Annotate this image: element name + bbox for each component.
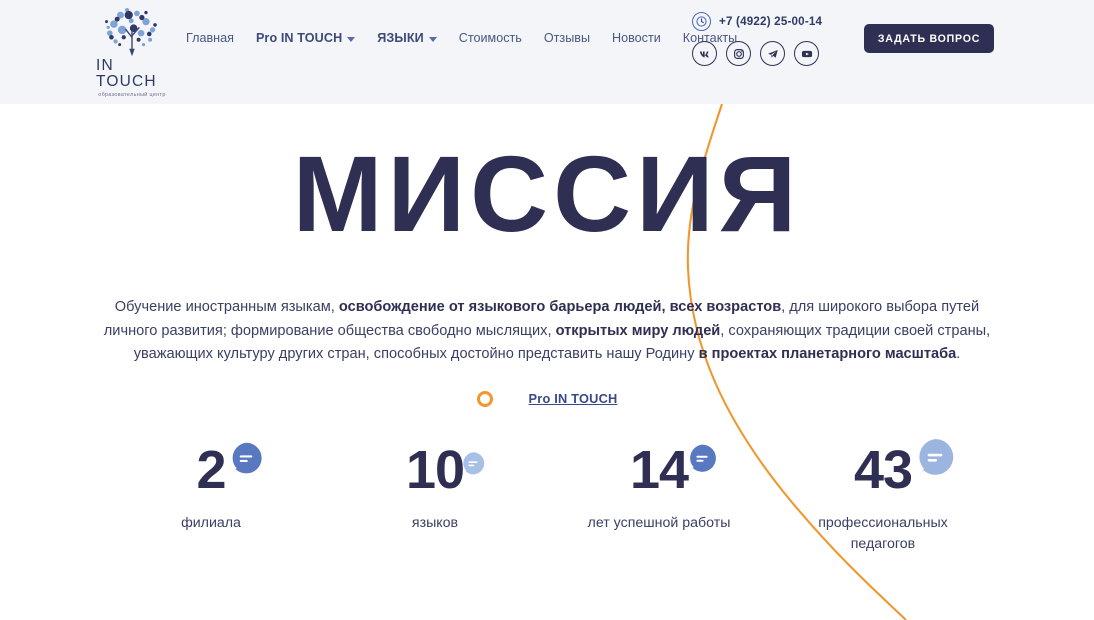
instagram-icon[interactable] xyxy=(726,41,751,66)
stat-value: 10 xyxy=(405,439,465,500)
logo-subtitle: образовательный центр xyxy=(98,92,166,98)
stat-label: языков xyxy=(411,514,459,531)
mission-paragraph: Обучение иностранным языкам, освобождени… xyxy=(103,299,991,362)
stat-item-let-raboty: 14 лет успешной работы xyxy=(547,439,771,555)
nav-label: Pro IN TOUCH xyxy=(255,31,343,45)
nav-item-pro-in-touch[interactable]: Pro IN TOUCH xyxy=(255,31,356,45)
clock-phone-icon xyxy=(692,12,711,31)
ask-question-button[interactable]: ЗАДАТЬ ВОПРОС xyxy=(864,24,994,53)
speech-bubble-icon xyxy=(919,438,954,476)
social-links xyxy=(692,41,842,66)
stat-number-wrap: 14 xyxy=(629,439,716,501)
telegram-icon[interactable] xyxy=(760,41,785,66)
nav-item-otzyvy[interactable]: Отзывы xyxy=(544,31,590,45)
header-contact: +7 (4922) 25-00-14 xyxy=(692,12,842,66)
stat-label: филиала xyxy=(181,514,241,531)
logo[interactable]: IN TOUCH образовательный центр xyxy=(96,6,168,98)
stat-number-wrap: 10 xyxy=(405,439,485,501)
pro-in-touch-link[interactable]: Pro IN TOUCH xyxy=(529,391,618,406)
lead-emphasis: освобождение от языкового барьера людей,… xyxy=(338,299,782,315)
phone-row[interactable]: +7 (4922) 25-00-14 xyxy=(692,12,842,31)
stats-row: 2 филиала 10 языков 14 лет успешной рабо… xyxy=(0,438,1094,555)
tree-pencil-logo-icon xyxy=(105,7,157,57)
nav-label: Стоимость xyxy=(458,31,522,45)
lead-emphasis: открытых миру людей xyxy=(555,322,721,339)
orange-ring-icon xyxy=(476,390,493,407)
stat-label: лет успешной работы xyxy=(587,514,731,531)
stat-value: 14 xyxy=(629,439,689,500)
nav-item-novosti[interactable]: Новости xyxy=(612,31,661,45)
main-navigation: Главная Pro IN TOUCH ЯЗЫКИ Стоимость Отз… xyxy=(186,31,759,45)
stat-item-yazykov: 10 языков xyxy=(323,439,547,555)
stat-value: 43 xyxy=(853,439,913,500)
site-header: IN TOUCH образовательный центр Главная P… xyxy=(0,0,1094,104)
speech-bubble-icon xyxy=(463,451,485,475)
nav-item-stoimost[interactable]: Стоимость xyxy=(459,31,522,45)
nav-item-glavnaya[interactable]: Главная xyxy=(186,31,234,45)
youtube-icon[interactable] xyxy=(794,41,819,66)
nav-label: ЯЗЫКИ xyxy=(377,31,424,45)
nav-label: Новости xyxy=(612,31,661,45)
nav-item-yazyki[interactable]: ЯЗЫКИ xyxy=(377,31,437,45)
speech-bubble-icon xyxy=(689,444,716,473)
phone-number[interactable]: +7 (4922) 25-00-14 xyxy=(719,15,822,28)
nav-label: Отзывы xyxy=(543,31,590,45)
pro-link-row: Pro IN TOUCH xyxy=(0,390,1094,407)
lead-emphasis: в проектах планетарного масштаба xyxy=(698,346,957,362)
vk-icon[interactable] xyxy=(692,41,717,66)
nav-label: Главная xyxy=(186,31,234,45)
main-content: МИССИЯ Обучение иностранным языкам, осво… xyxy=(0,140,1094,555)
stat-item-filiala: 2 филиала xyxy=(99,439,323,555)
chevron-down-icon xyxy=(428,36,437,42)
stat-value: 2 xyxy=(196,439,226,500)
stat-label: профессиональных педагогов xyxy=(818,514,948,552)
stat-number-wrap: 43 xyxy=(853,438,954,501)
stat-number-wrap: 2 xyxy=(196,439,263,501)
chevron-down-icon xyxy=(347,36,356,42)
speech-bubble-icon xyxy=(232,442,263,474)
logo-wordmark: IN TOUCH xyxy=(96,57,157,90)
stat-item-pedagogov: 43 профессиональных педагогов xyxy=(771,438,995,555)
page-title: МИССИЯ xyxy=(292,133,802,254)
